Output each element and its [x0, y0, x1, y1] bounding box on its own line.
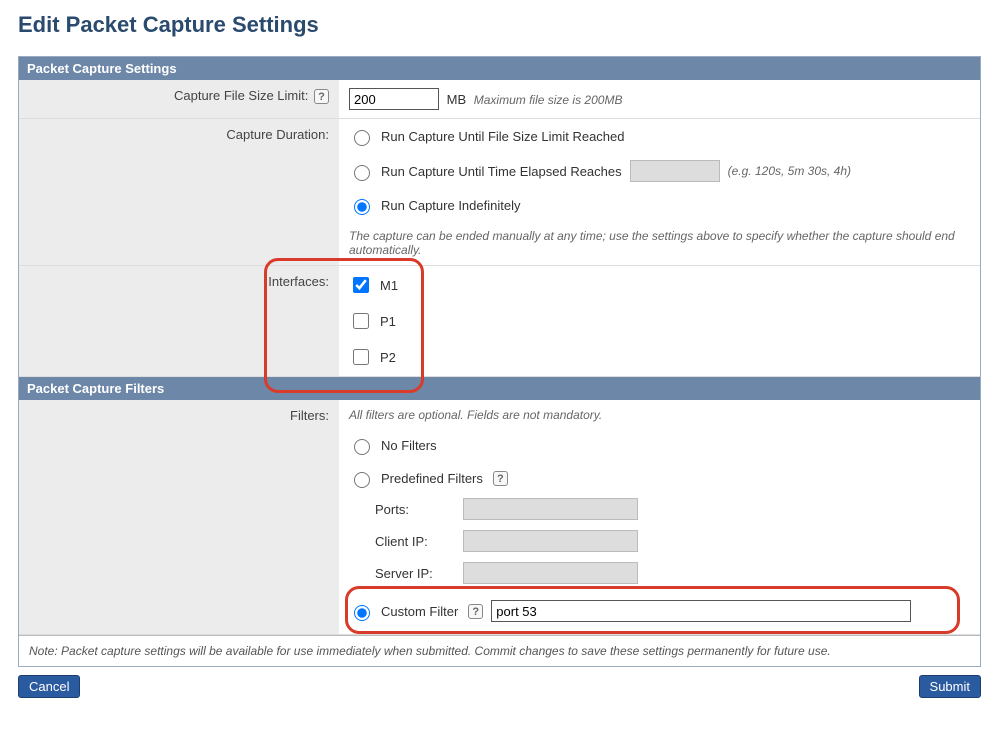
iface-line-p2: P2: [349, 346, 970, 368]
iface-label-p1: P1: [380, 314, 396, 329]
row-duration: Capture Duration: Run Capture Until File…: [19, 119, 980, 266]
row-file-size: Capture File Size Limit: ? MB Maximum fi…: [19, 80, 980, 119]
file-size-unit: MB: [447, 92, 467, 107]
help-icon[interactable]: ?: [314, 89, 329, 104]
pf-server-row: Server IP:: [375, 562, 970, 584]
body-file-size: MB Maximum file size is 200MB: [339, 80, 980, 118]
radio-no-filters-label: No Filters: [381, 438, 437, 453]
help-icon[interactable]: ?: [493, 471, 508, 486]
custom-filter-input[interactable]: [491, 600, 911, 622]
duration-time-hint: (e.g. 120s, 5m 30s, 4h): [728, 164, 851, 178]
pf-ports-label: Ports:: [375, 502, 455, 517]
footer-note: Note: Packet capture settings will be av…: [19, 635, 980, 666]
file-size-note: Maximum file size is 200MB: [474, 93, 623, 107]
iface-label-p2: P2: [380, 350, 396, 365]
help-icon[interactable]: ?: [468, 604, 483, 619]
radio-duration-indef-line: Run Capture Indefinitely: [349, 196, 970, 215]
label-duration: Capture Duration:: [19, 119, 339, 265]
checkbox-iface-p2[interactable]: [353, 349, 369, 365]
custom-filter-wrap: Custom Filter ?: [349, 594, 970, 626]
radio-predefined-filters[interactable]: [354, 472, 370, 488]
radio-custom-label: Custom Filter: [381, 604, 458, 619]
predefined-group: Ports: Client IP: Server IP:: [375, 498, 970, 584]
row-interfaces: Interfaces: M1 P1 P2: [19, 266, 980, 377]
section-header-settings: Packet Capture Settings: [19, 57, 980, 80]
filters-intro: All filters are optional. Fields are not…: [349, 408, 970, 422]
page-title: Edit Packet Capture Settings: [18, 12, 981, 38]
radio-custom-line: Custom Filter ?: [349, 600, 970, 622]
iface-line-p1: P1: [349, 310, 970, 332]
label-file-size: Capture File Size Limit: ?: [19, 80, 339, 118]
body-duration: Run Capture Until File Size Limit Reache…: [339, 119, 980, 265]
duration-time-input[interactable]: [630, 160, 720, 182]
iface-line-m1: M1: [349, 274, 970, 296]
radio-duration-filesize-line: Run Capture Until File Size Limit Reache…: [349, 127, 970, 146]
radio-predef-label: Predefined Filters: [381, 471, 483, 486]
checkbox-iface-p1[interactable]: [353, 313, 369, 329]
radio-duration-time[interactable]: [354, 165, 370, 181]
radio-duration-indef-label: Run Capture Indefinitely: [381, 198, 520, 213]
pf-client-input[interactable]: [463, 530, 638, 552]
radio-duration-time-line: Run Capture Until Time Elapsed Reaches (…: [349, 160, 970, 182]
button-bar: Cancel Submit: [18, 675, 981, 698]
body-interfaces: M1 P1 P2: [339, 266, 980, 376]
duration-note: The capture can be ended manually at any…: [349, 229, 970, 257]
radio-custom-filter[interactable]: [354, 605, 370, 621]
radio-no-filters[interactable]: [354, 439, 370, 455]
pf-client-row: Client IP:: [375, 530, 970, 552]
row-filters: Filters: All filters are optional. Field…: [19, 400, 980, 635]
body-filters: All filters are optional. Fields are not…: [339, 400, 980, 634]
radio-duration-indefinite[interactable]: [354, 199, 370, 215]
file-size-input[interactable]: [349, 88, 439, 110]
cancel-button[interactable]: Cancel: [18, 675, 80, 698]
section-header-filters: Packet Capture Filters: [19, 377, 980, 400]
pf-ports-input[interactable]: [463, 498, 638, 520]
pf-client-label: Client IP:: [375, 534, 455, 549]
pf-ports-row: Ports:: [375, 498, 970, 520]
pf-server-label: Server IP:: [375, 566, 455, 581]
settings-panel: Packet Capture Settings Capture File Siz…: [18, 56, 981, 667]
label-file-size-text: Capture File Size Limit:: [174, 88, 308, 103]
submit-button[interactable]: Submit: [919, 675, 981, 698]
label-interfaces: Interfaces:: [19, 266, 339, 376]
radio-duration-filesize[interactable]: [354, 130, 370, 146]
iface-label-m1: M1: [380, 278, 398, 293]
radio-duration-filesize-label: Run Capture Until File Size Limit Reache…: [381, 129, 625, 144]
checkbox-iface-m1[interactable]: [353, 277, 369, 293]
radio-predef-line: Predefined Filters ?: [349, 469, 970, 488]
pf-server-input[interactable]: [463, 562, 638, 584]
label-filters: Filters:: [19, 400, 339, 634]
radio-no-filters-line: No Filters: [349, 436, 970, 455]
radio-duration-time-label: Run Capture Until Time Elapsed Reaches: [381, 164, 622, 179]
